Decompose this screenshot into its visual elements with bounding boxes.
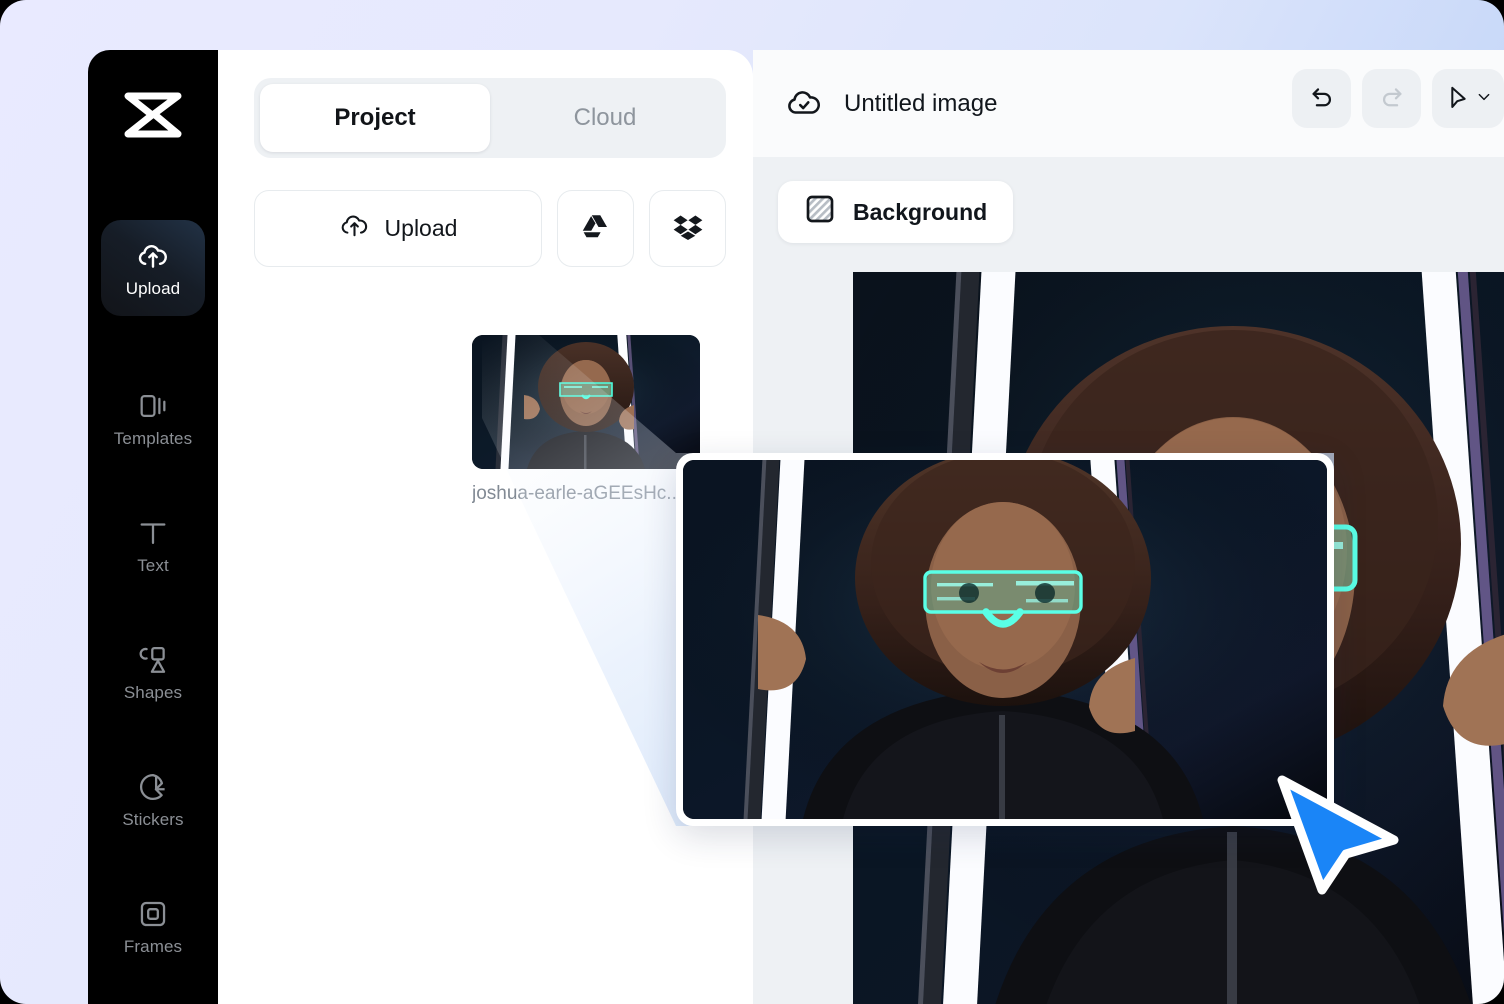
- cloud-check-icon: [785, 84, 823, 127]
- shapes-icon: [136, 643, 170, 677]
- asset-thumbnail[interactable]: [472, 335, 700, 469]
- sidebar-item-label: Frames: [123, 937, 183, 956]
- sidebar-item-label: Text: [137, 556, 169, 575]
- text-t-icon: [136, 516, 170, 550]
- panel-tabs: Project Cloud: [254, 78, 726, 158]
- document-title[interactable]: Untitled image: [844, 90, 997, 118]
- cursor-arrow-icon: [1445, 84, 1472, 114]
- frames-icon: [136, 897, 170, 931]
- templates-icon: [136, 389, 170, 423]
- sidebar-item-templates[interactable]: Templates: [101, 370, 205, 466]
- tab-project[interactable]: Project: [260, 84, 490, 152]
- upload-button[interactable]: Upload: [254, 190, 542, 267]
- sidebar-item-stickers[interactable]: Stickers: [101, 751, 205, 847]
- sidebar-item-shapes[interactable]: Shapes: [101, 624, 205, 720]
- dragged-asset-image: [683, 460, 1327, 819]
- redo-button[interactable]: [1362, 69, 1421, 128]
- sidebar-item-label: Templates: [113, 429, 193, 448]
- asset-panel: Project Cloud Upload joshua-earle-aGEEsH…: [218, 50, 753, 1004]
- tab-cloud[interactable]: Cloud: [490, 84, 720, 152]
- redo-arrow-icon: [1378, 83, 1406, 114]
- asset-name-label: joshua-earle-aGEEsHc...: [472, 483, 683, 504]
- sidebar-item-upload[interactable]: Upload: [101, 220, 205, 316]
- app-window: Upload Templates Text Shapes Stickers Fr…: [0, 0, 1504, 1004]
- cloud-upload-icon: [136, 239, 170, 273]
- dropbox-button[interactable]: [649, 190, 726, 267]
- google-drive-icon: [581, 212, 611, 245]
- editor-topbar: Untitled image: [753, 50, 1504, 157]
- select-tool-button[interactable]: [1432, 69, 1504, 128]
- sidebar-item-label: Upload: [125, 279, 181, 298]
- sidebar-item-label: Stickers: [122, 810, 184, 829]
- upload-actions-row: Upload: [254, 190, 726, 267]
- sticker-icon: [136, 770, 170, 804]
- chevron-down-icon: [1476, 89, 1492, 108]
- cloud-upload-icon: [339, 210, 370, 247]
- sidebar-item-frames[interactable]: Frames: [101, 878, 205, 974]
- undo-arrow-icon: [1308, 83, 1336, 114]
- google-drive-button[interactable]: [557, 190, 634, 267]
- dragged-asset-card[interactable]: [676, 453, 1334, 826]
- asset-item[interactable]: joshua-earle-aGEEsHc...: [472, 335, 700, 505]
- background-button-label: Background: [853, 198, 988, 225]
- dropbox-icon: [673, 214, 703, 243]
- upload-button-label: Upload: [384, 215, 458, 241]
- undo-button[interactable]: [1292, 69, 1351, 128]
- primary-sidebar: Upload Templates Text Shapes Stickers Fr…: [88, 50, 218, 1004]
- checkerboard-icon: [804, 193, 836, 231]
- editor-toolbar: [1292, 69, 1504, 128]
- background-button[interactable]: Background: [778, 181, 1014, 243]
- sidebar-item-text[interactable]: Text: [101, 497, 205, 593]
- sidebar-item-label: Shapes: [123, 683, 183, 702]
- capcut-logo-icon: [88, 80, 218, 150]
